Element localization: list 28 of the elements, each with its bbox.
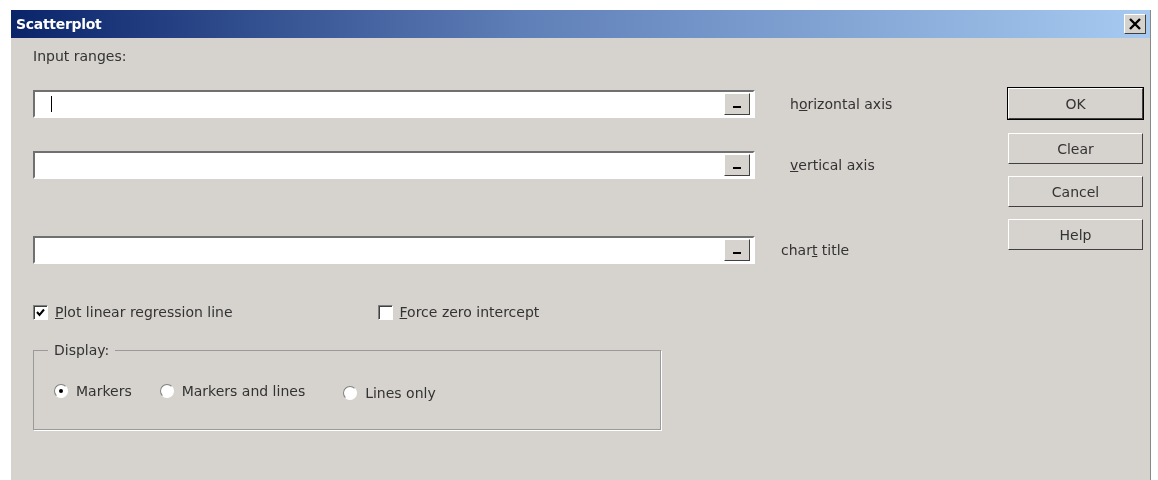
radio-button[interactable] (54, 384, 68, 398)
section-label: Input ranges: (33, 48, 128, 66)
checkbox-label: Plot linear regression line (55, 304, 233, 320)
range-picker-button[interactable] (724, 93, 750, 115)
dialog-button[interactable]: Cancel (1008, 176, 1143, 207)
group-legend: Display: (48, 342, 116, 358)
radio-label: Markers and lines (181, 383, 306, 399)
close-button[interactable] (1124, 14, 1146, 34)
checkbox-label: Force zero intercept (399, 304, 540, 320)
radio-label: Markers (76, 383, 132, 399)
dialog-button[interactable]: OK (1008, 88, 1143, 119)
radio-label: Lines only (365, 385, 436, 401)
dialog-button[interactable]: Help (1008, 219, 1143, 250)
field-label: vertical axis (790, 157, 875, 173)
radio-button[interactable] (343, 386, 358, 400)
window-title: Scatterplot (16, 16, 102, 32)
range-field[interactable] (33, 90, 755, 118)
range-field[interactable] (33, 151, 755, 179)
range-picker-button[interactable] (724, 154, 750, 176)
close-icon (1128, 18, 1142, 30)
checkbox[interactable] (33, 304, 48, 320)
range-picker-button[interactable] (724, 239, 750, 261)
field-label: chart title (781, 242, 850, 258)
dialog-button[interactable]: Clear (1008, 133, 1143, 164)
radio-button[interactable] (159, 384, 174, 398)
checkbox[interactable] (377, 304, 393, 320)
range-field[interactable] (33, 236, 755, 264)
field-label: horizontal axis (790, 96, 893, 112)
